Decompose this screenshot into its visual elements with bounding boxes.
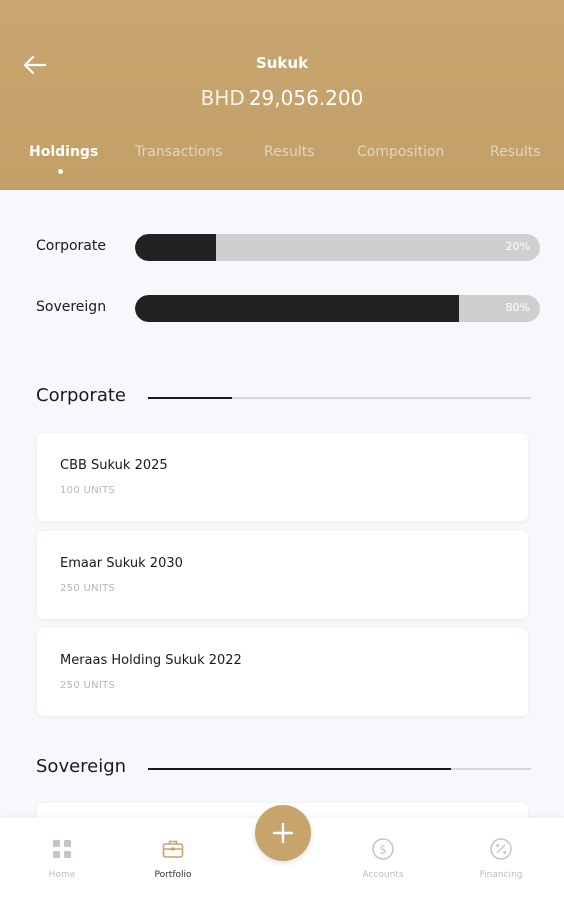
section-title: Corporate bbox=[36, 385, 126, 406]
nav-item-home[interactable]: Home bbox=[22, 836, 102, 880]
tab-bar: Holdings Transactions Results Compositio… bbox=[0, 144, 564, 174]
balance-amount: 29,056.200 bbox=[248, 86, 364, 110]
nav-label: Portfolio bbox=[154, 870, 192, 880]
tab-composition[interactable]: Composition bbox=[357, 144, 444, 160]
plus-icon bbox=[272, 822, 294, 844]
nav-label: Home bbox=[48, 870, 76, 880]
briefcase-icon bbox=[162, 840, 184, 858]
allocation-bar: 20% bbox=[135, 234, 540, 261]
nav-label: Accounts bbox=[362, 870, 404, 880]
allocation-bar: 80% bbox=[135, 295, 540, 322]
allocation-row-sovereign: Sovereign 80% bbox=[0, 295, 564, 323]
section-title: Sovereign bbox=[36, 756, 127, 777]
holding-units: 250 UNITS bbox=[60, 680, 116, 691]
section-header-corporate: Corporate bbox=[36, 385, 531, 413]
holding-card[interactable]: Meraas Holding Sukuk 2022 250 UNITS bbox=[37, 628, 528, 716]
holding-units: 100 UNITS bbox=[60, 485, 116, 496]
tab-transactions[interactable]: Transactions bbox=[135, 144, 222, 160]
allocation-label: Corporate bbox=[36, 238, 106, 254]
section-progress-fill bbox=[148, 768, 451, 770]
svg-text:$: $ bbox=[379, 843, 387, 857]
nav-item-accounts[interactable]: $ Accounts bbox=[343, 836, 423, 880]
section-progress-line bbox=[148, 397, 531, 399]
allocation-percent: 80% bbox=[505, 301, 530, 314]
allocation-row-corporate: Corporate 20% bbox=[0, 234, 564, 262]
holding-card[interactable]: Emaar Sukuk 2030 250 UNITS bbox=[37, 531, 528, 619]
nav-item-financing[interactable]: Financing bbox=[461, 836, 541, 880]
tab-holdings[interactable]: Holdings bbox=[29, 144, 98, 160]
holding-card[interactable]: CBB Sukuk 2025 100 UNITS bbox=[37, 433, 528, 521]
holding-name: CBB Sukuk 2025 bbox=[60, 458, 168, 473]
allocation-bar-fill bbox=[135, 295, 459, 322]
holding-name: Meraas Holding Sukuk 2022 bbox=[60, 653, 242, 668]
active-tab-indicator bbox=[58, 169, 63, 174]
allocation-label: Sovereign bbox=[36, 299, 107, 315]
allocation-bar-fill bbox=[135, 234, 216, 261]
percent-circle-icon bbox=[490, 838, 512, 860]
section-progress-line bbox=[148, 768, 531, 770]
section-progress-fill bbox=[148, 397, 233, 399]
page-title: Sukuk bbox=[255, 54, 309, 72]
balance-currency: BHD bbox=[200, 86, 245, 110]
nav-item-portfolio[interactable]: Portfolio bbox=[133, 836, 213, 880]
holding-units: 250 UNITS bbox=[60, 583, 116, 594]
tab-results-2[interactable]: Results bbox=[490, 144, 541, 160]
nav-label: Financing bbox=[479, 870, 523, 880]
portfolio-balance: BHD 29,056.200 bbox=[0, 86, 564, 110]
grid-icon bbox=[53, 840, 71, 858]
holding-name: Emaar Sukuk 2030 bbox=[60, 556, 183, 571]
add-button[interactable] bbox=[255, 805, 311, 861]
header: Sukuk BHD 29,056.200 Holdings Transaction… bbox=[0, 0, 564, 190]
section-header-sovereign: Sovereign bbox=[36, 756, 531, 784]
tab-results[interactable]: Results bbox=[264, 144, 315, 160]
dollar-circle-icon: $ bbox=[372, 838, 394, 860]
allocation-percent: 20% bbox=[505, 240, 530, 253]
